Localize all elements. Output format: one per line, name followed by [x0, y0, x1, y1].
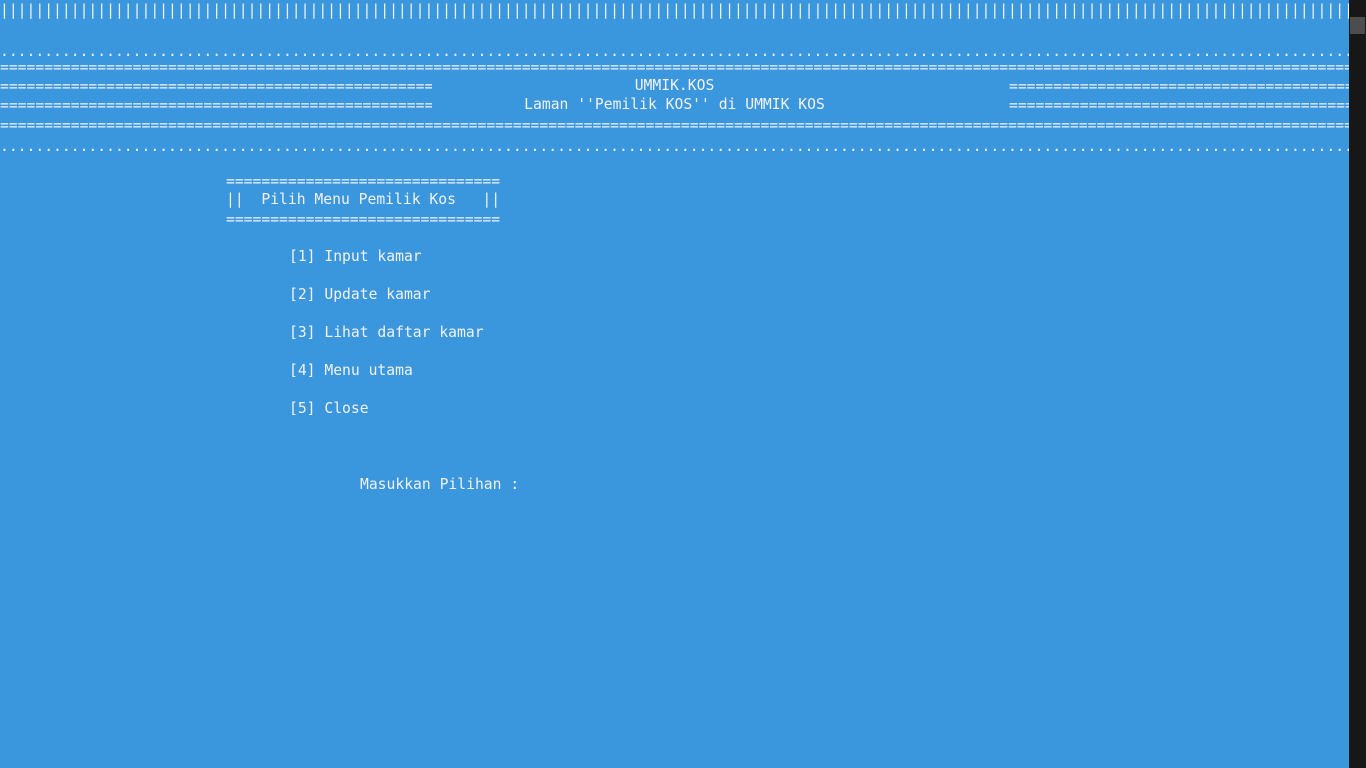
console-window[interactable]: ||||||||||||||||||||||||||||||||||||||||… [0, 0, 1349, 768]
title-right-divider: ========================================… [1009, 78, 1349, 95]
equals-row-bottom: ========================================… [0, 117, 1349, 134]
menu-item-input-kamar: [1] Input kamar [289, 248, 422, 265]
menu-item-menu-utama: [4] Menu utama [289, 362, 413, 379]
top-bar-row: ||||||||||||||||||||||||||||||||||||||||… [0, 2, 1349, 19]
menu-item-update-kamar: [2] Update kamar [289, 286, 431, 303]
equals-row-top: ========================================… [0, 59, 1349, 76]
dots-row-bottom: ........................................… [0, 138, 1349, 155]
input-prompt[interactable]: Masukkan Pilihan : [360, 475, 519, 494]
scroll-thumb[interactable] [1350, 17, 1365, 34]
menu-item-close: [5] Close [289, 400, 369, 417]
menu-item-lihat-daftar-kamar: [3] Lihat daftar kamar [289, 324, 484, 341]
menu-border-top: =============================== [226, 173, 501, 190]
menu-header: || Pilih Menu Pemilik Kos || [226, 191, 501, 208]
vertical-scrollbar[interactable] [1349, 0, 1366, 768]
menu-border-bottom: =============================== [226, 211, 501, 228]
subtitle-right-divider: ========================================… [1009, 97, 1349, 114]
